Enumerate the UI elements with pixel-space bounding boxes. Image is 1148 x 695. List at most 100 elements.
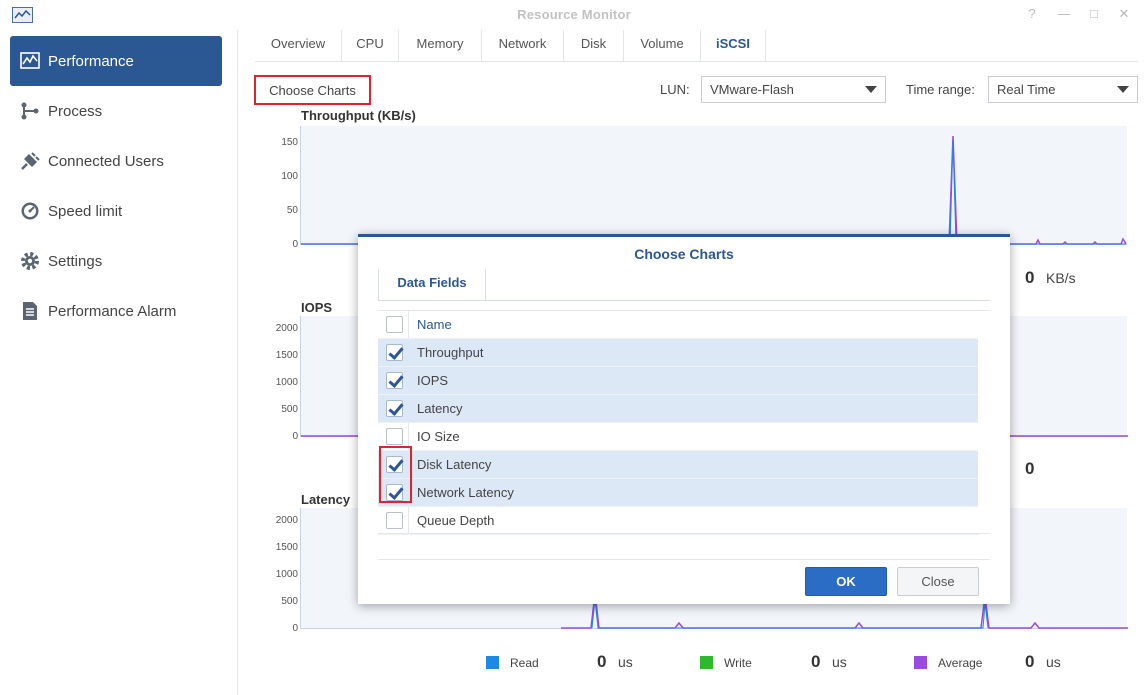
iops-chart-title: IOPS: [301, 300, 333, 315]
table-row[interactable]: IO Size: [378, 423, 978, 451]
tab-volume[interactable]: Volume: [623, 30, 700, 62]
legend-write-value: 0: [811, 652, 821, 671]
sidebar-item-settings[interactable]: Settings: [10, 236, 222, 286]
legend-read-unit: us: [618, 654, 633, 670]
y-tick-label: 1000: [275, 569, 298, 580]
legend-read-value: 0: [597, 652, 607, 671]
time-range-select[interactable]: Real Time: [988, 76, 1138, 103]
y-tick-label: 1000: [275, 377, 298, 388]
sidebar-item-performance[interactable]: Performance: [10, 36, 222, 86]
y-tick-label: 2000: [275, 323, 298, 334]
legend-read-swatch: [486, 656, 499, 669]
y-tick-label: 500: [281, 404, 298, 415]
y-tick-label: 1500: [275, 350, 298, 361]
row-name: IOPS: [417, 373, 449, 388]
row-checkbox[interactable]: [386, 372, 403, 389]
sidebar-item-label: Settings: [48, 252, 103, 270]
row-name: Latency: [417, 401, 463, 416]
row-checkbox[interactable]: [386, 344, 403, 361]
y-tick-label: 0: [292, 239, 298, 250]
legend-write-unit: us: [832, 654, 847, 670]
chevron-down-icon: [865, 86, 877, 93]
choose-charts-dialog: Choose Charts Data Fields Name Throughpu…: [358, 234, 1010, 604]
legend-average-value: 0: [1025, 652, 1035, 671]
select-all-checkbox[interactable]: [386, 316, 403, 333]
row-name: Throughput: [417, 345, 484, 360]
table-row[interactable]: Network Latency: [378, 479, 978, 507]
tab-disk[interactable]: Disk: [563, 30, 623, 62]
table-row[interactable]: Latency: [378, 395, 978, 423]
throughput-plot: [300, 126, 1127, 245]
tab-cpu[interactable]: CPU: [341, 30, 398, 62]
row-name: Network Latency: [417, 485, 514, 500]
maximize-icon[interactable]: □: [1086, 6, 1102, 22]
y-tick-label: 100: [281, 171, 298, 182]
throughput-chart-title: Throughput (KB/s): [301, 108, 416, 123]
dialog-footer-divider: [378, 559, 990, 560]
y-tick-label: 0: [292, 623, 298, 634]
lun-select[interactable]: VMware-Flash: [701, 76, 886, 103]
sidebar-item-speed-limit[interactable]: Speed limit: [10, 186, 222, 236]
throughput-read-line: [301, 139, 1126, 245]
row-name: Disk Latency: [417, 457, 492, 472]
choose-charts-button[interactable]: Choose Charts: [254, 75, 371, 105]
tab-iscsi[interactable]: iSCSI: [700, 30, 766, 62]
help-icon[interactable]: ?: [1024, 6, 1040, 22]
row-name: IO Size: [417, 429, 460, 444]
row-checkbox[interactable]: [386, 428, 403, 445]
y-tick-label: 2000: [275, 515, 298, 526]
y-tick-label: 150: [281, 137, 298, 148]
speedometer-icon: [20, 201, 40, 221]
throughput-unit: KB/s: [1046, 270, 1076, 286]
sidebar-item-label: Performance: [48, 52, 134, 70]
legend-average-swatch: [914, 656, 927, 669]
legend-write-label: Write: [724, 656, 752, 670]
process-icon: [20, 101, 40, 121]
tab-data-fields[interactable]: Data Fields: [378, 269, 486, 301]
legend-read-label: Read: [510, 656, 539, 670]
sidebar: Performance Process Connected Users Spee…: [0, 30, 238, 695]
dialog-title: Choose Charts: [634, 246, 734, 262]
legend-write-swatch: [700, 656, 713, 669]
table-row[interactable]: IOPS: [378, 367, 978, 395]
y-tick-label: 1500: [275, 542, 298, 553]
latency-read-line: [591, 599, 989, 629]
sidebar-item-performance-alarm[interactable]: Performance Alarm: [10, 286, 222, 336]
resource-monitor-window: Resource Monitor ? — □ ✕ Performance Pro…: [0, 0, 1148, 695]
minimize-icon[interactable]: —: [1056, 6, 1072, 22]
grid-header-row: Name: [378, 311, 978, 339]
tab-network[interactable]: Network: [481, 30, 563, 62]
data-fields-grid: Name Throughput IOPS Latency IO Size Dis…: [378, 310, 990, 535]
y-tick-label: 500: [281, 596, 298, 607]
plug-icon: [20, 151, 40, 171]
legend-average-unit: us: [1046, 654, 1061, 670]
window-title: Resource Monitor: [517, 7, 631, 22]
latency-chart-title: Latency: [301, 492, 351, 507]
ok-button[interactable]: OK: [805, 567, 887, 596]
sidebar-item-connected-users[interactable]: Connected Users: [10, 136, 222, 186]
sidebar-item-label: Process: [48, 102, 103, 120]
throughput-series-line: [301, 135, 1127, 245]
dialog-tab-bar: Data Fields: [378, 269, 990, 301]
y-tick-label: 0: [292, 431, 298, 442]
chevron-down-icon: [1117, 86, 1129, 93]
iops-current-value: 0: [1025, 459, 1035, 478]
sidebar-item-process[interactable]: Process: [10, 86, 222, 136]
tab-bar: Overview CPU Memory Network Disk Volume …: [255, 30, 1138, 62]
throughput-current-value: 0: [1025, 268, 1035, 287]
table-row[interactable]: Disk Latency: [378, 451, 978, 479]
tab-overview[interactable]: Overview: [255, 30, 341, 62]
title-bar: Resource Monitor ? — □ ✕: [0, 0, 1148, 30]
row-checkbox[interactable]: [386, 400, 403, 417]
tab-memory[interactable]: Memory: [398, 30, 481, 62]
close-button[interactable]: Close: [897, 567, 979, 596]
lun-label: LUN:: [660, 82, 690, 97]
table-row[interactable]: Queue Depth: [378, 507, 978, 535]
lun-select-value: VMware-Flash: [710, 82, 794, 97]
table-row[interactable]: Throughput: [378, 339, 978, 367]
legend-average-label: Average: [938, 656, 983, 670]
column-header-name[interactable]: Name: [417, 317, 452, 332]
row-checkbox[interactable]: [386, 512, 403, 529]
close-icon[interactable]: ✕: [1116, 6, 1132, 22]
sidebar-item-label: Performance Alarm: [48, 302, 177, 320]
